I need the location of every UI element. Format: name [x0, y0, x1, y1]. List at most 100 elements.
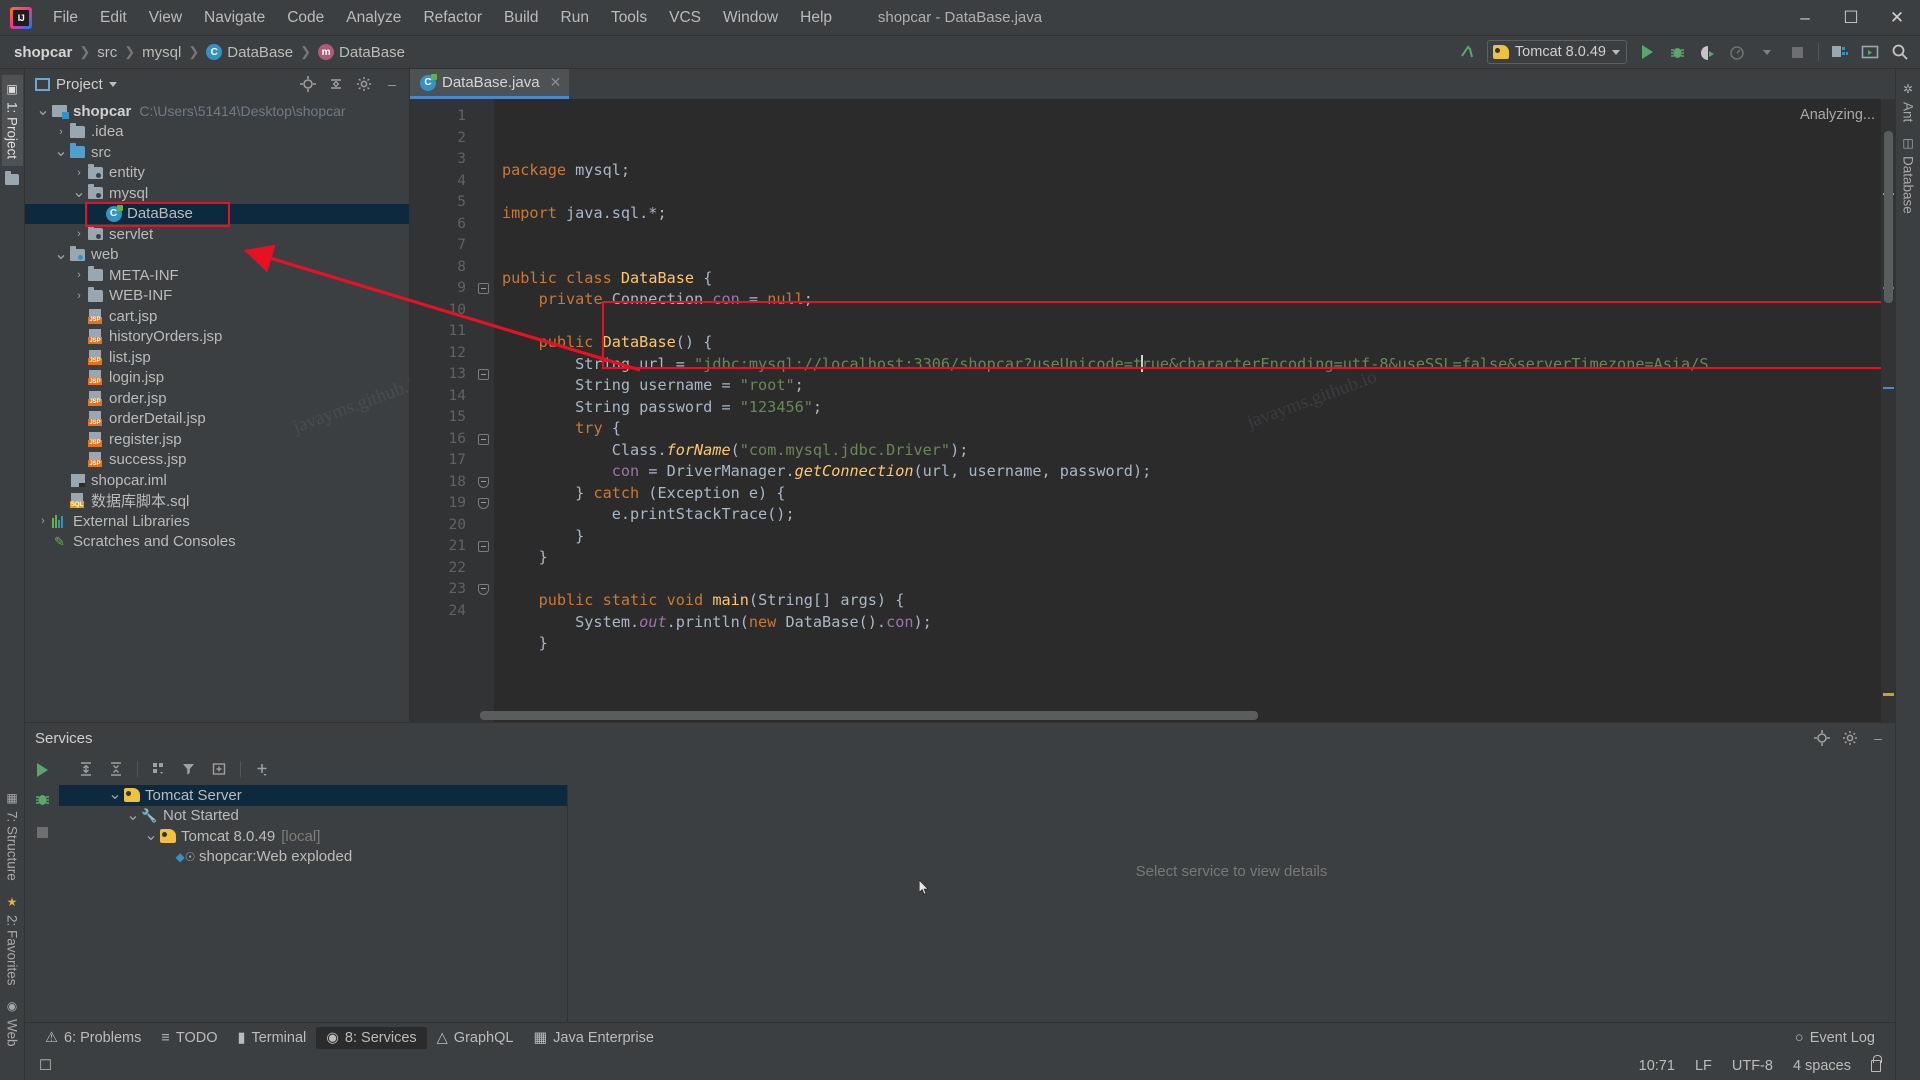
- project-tree-item-external-libraries[interactable]: ›External Libraries: [25, 511, 409, 532]
- menu-item-refactor[interactable]: Refactor: [412, 5, 493, 31]
- chevron-down-icon[interactable]: ⌄: [35, 107, 51, 115]
- collapse-all-icon[interactable]: [103, 757, 129, 781]
- profiler-dropdown-icon[interactable]: [1753, 39, 1781, 65]
- project-tree-item------.sql[interactable]: SQL数据库脚本.sql: [25, 491, 409, 512]
- line-number[interactable]: 20: [410, 515, 472, 537]
- code-line[interactable]: String password = "123456";: [494, 397, 1881, 419]
- chevron-right-icon[interactable]: ›: [71, 290, 87, 302]
- code-line[interactable]: public static void main(String[] args) {: [494, 590, 1881, 612]
- code-line[interactable]: private Connection con = null;: [494, 289, 1881, 311]
- line-number[interactable]: 11: [410, 321, 472, 343]
- code-line[interactable]: [494, 655, 1881, 677]
- line-number[interactable]: 7: [410, 235, 472, 257]
- expand-all-icon[interactable]: [73, 757, 99, 781]
- project-tree-item-web[interactable]: ⌄web: [25, 245, 409, 266]
- project-tree-item-database[interactable]: CDataBase: [25, 204, 409, 225]
- tool-button-todo[interactable]: ≡ TODO: [151, 1027, 227, 1049]
- tool-button-graphql[interactable]: △ GraphQL: [427, 1027, 524, 1049]
- encoding[interactable]: UTF-8: [1732, 1058, 1773, 1074]
- stop-icon[interactable]: [1783, 39, 1811, 65]
- code-line[interactable]: String username = "root";: [494, 375, 1881, 397]
- project-tree-item-shopcar[interactable]: ⌄shopcarC:\Users\51414\Desktop\shopcar: [25, 101, 409, 122]
- project-structure-icon[interactable]: [1826, 39, 1854, 65]
- chevron-down-icon[interactable]: ⌄: [53, 251, 69, 259]
- code-line[interactable]: import java.sql.*;: [494, 203, 1881, 225]
- project-tree-item-success.jsp[interactable]: JSPsuccess.jsp: [25, 450, 409, 471]
- line-number[interactable]: 19: [410, 493, 472, 515]
- project-tree-item-.idea[interactable]: ›.idea: [25, 122, 409, 143]
- code-line[interactable]: public class DataBase {: [494, 268, 1881, 290]
- chevron-right-icon[interactable]: ›: [53, 126, 69, 138]
- profiler-icon[interactable]: [1723, 39, 1751, 65]
- project-tree-item-src[interactable]: ⌄src: [25, 142, 409, 163]
- line-number[interactable]: 6: [410, 214, 472, 236]
- menu-item-run[interactable]: Run: [550, 5, 600, 31]
- chevron-down-icon[interactable]: [109, 82, 117, 87]
- caret-position[interactable]: 10:71: [1639, 1058, 1675, 1074]
- sidebar-tab-favorites[interactable]: ★ 2: Favorites: [2, 888, 23, 993]
- chevron-right-icon[interactable]: ›: [35, 515, 51, 527]
- line-number[interactable]: 2: [410, 128, 472, 150]
- event-log-button[interactable]: ○ Event Log: [1785, 1027, 1885, 1049]
- hide-panel-icon[interactable]: –: [1865, 726, 1891, 750]
- code-line[interactable]: try {: [494, 418, 1881, 440]
- minimize-icon[interactable]: –: [1782, 0, 1828, 36]
- editor-vertical-scrollbar[interactable]: [1884, 131, 1893, 303]
- add-tab-icon[interactable]: [206, 757, 232, 781]
- services-tree-item-tomcat-server[interactable]: ⌄Tomcat Server: [59, 785, 567, 806]
- fold-toggle-icon[interactable]: [472, 364, 494, 386]
- filter-icon[interactable]: [176, 757, 202, 781]
- fold-toggle-icon[interactable]: [472, 493, 494, 515]
- sidebar-tab-web[interactable]: ◉ Web: [2, 992, 23, 1054]
- menu-item-navigate[interactable]: Navigate: [193, 5, 276, 31]
- sidebar-tab-project[interactable]: ▣ 1: Project: [2, 75, 23, 166]
- breadcrumb-item-database[interactable]: CDataBase: [202, 42, 297, 63]
- line-number[interactable]: 16: [410, 429, 472, 451]
- code-line[interactable]: [494, 246, 1881, 268]
- services-tree-item-shopcar-web-exploded[interactable]: ◆☉shopcar:Web exploded: [59, 847, 567, 868]
- code-line[interactable]: e.printStackTrace();: [494, 504, 1881, 526]
- menu-item-analyze[interactable]: Analyze: [335, 5, 412, 31]
- project-tree[interactable]: javayms.github.io ⌄shopcarC:\Users\51414…: [25, 99, 409, 722]
- code-line[interactable]: } catch (Exception e) {: [494, 483, 1881, 505]
- status-left-icon[interactable]: ☐: [39, 1058, 52, 1074]
- line-number[interactable]: 8: [410, 257, 472, 279]
- line-number[interactable]: 13: [410, 364, 472, 386]
- project-tree-item-historyorders.jsp[interactable]: JSPhistoryOrders.jsp: [25, 327, 409, 348]
- line-number[interactable]: 5: [410, 192, 472, 214]
- menu-item-window[interactable]: Window: [712, 5, 789, 31]
- breadcrumb-item-src[interactable]: src: [93, 42, 121, 63]
- fold-toggle-icon[interactable]: [472, 278, 494, 300]
- project-tree-item-cart.jsp[interactable]: JSPcart.jsp: [25, 306, 409, 327]
- fold-toggle-icon[interactable]: [472, 579, 494, 601]
- run-icon[interactable]: [1633, 39, 1661, 65]
- menu-item-help[interactable]: Help: [789, 5, 843, 31]
- menu-item-tools[interactable]: Tools: [600, 5, 658, 31]
- menu-item-code[interactable]: Code: [276, 5, 335, 31]
- sidebar-tab-ant[interactable]: ✲ Ant: [1898, 75, 1919, 129]
- collapse-all-icon[interactable]: [323, 72, 349, 96]
- code-line[interactable]: [494, 311, 1881, 333]
- line-number[interactable]: 23: [410, 579, 472, 601]
- tool-button-problems[interactable]: ⚠ 6: Problems: [35, 1027, 151, 1049]
- chevron-right-icon[interactable]: ›: [71, 167, 87, 179]
- code-line[interactable]: [494, 182, 1881, 204]
- stop-icon[interactable]: [37, 827, 48, 838]
- update-project-icon[interactable]: [1453, 39, 1481, 65]
- breadcrumb-item-database[interactable]: mDataBase: [314, 42, 409, 63]
- run-icon[interactable]: [37, 763, 48, 777]
- tool-button-services[interactable]: ◉ 8: Services: [316, 1027, 426, 1049]
- line-number-gutter[interactable]: 123456789101112131415161718192021222324: [410, 99, 472, 722]
- code-line[interactable]: [494, 225, 1881, 247]
- code-line[interactable]: public DataBase() {: [494, 332, 1881, 354]
- line-number[interactable]: 22: [410, 558, 472, 580]
- chevron-right-icon[interactable]: ›: [71, 269, 87, 281]
- search-icon[interactable]: [1886, 39, 1914, 65]
- run-configuration-selector[interactable]: Tomcat 8.0.49: [1487, 40, 1627, 64]
- code-line[interactable]: Class.forName("com.mysql.jdbc.Driver");: [494, 440, 1881, 462]
- project-tree-item-register.jsp[interactable]: JSPregister.jsp: [25, 429, 409, 450]
- line-number[interactable]: 18: [410, 472, 472, 494]
- project-tree-item-list.jsp[interactable]: JSPlist.jsp: [25, 347, 409, 368]
- gear-icon[interactable]: [1837, 726, 1863, 750]
- project-tree-item-web-inf[interactable]: ›WEB-INF: [25, 286, 409, 307]
